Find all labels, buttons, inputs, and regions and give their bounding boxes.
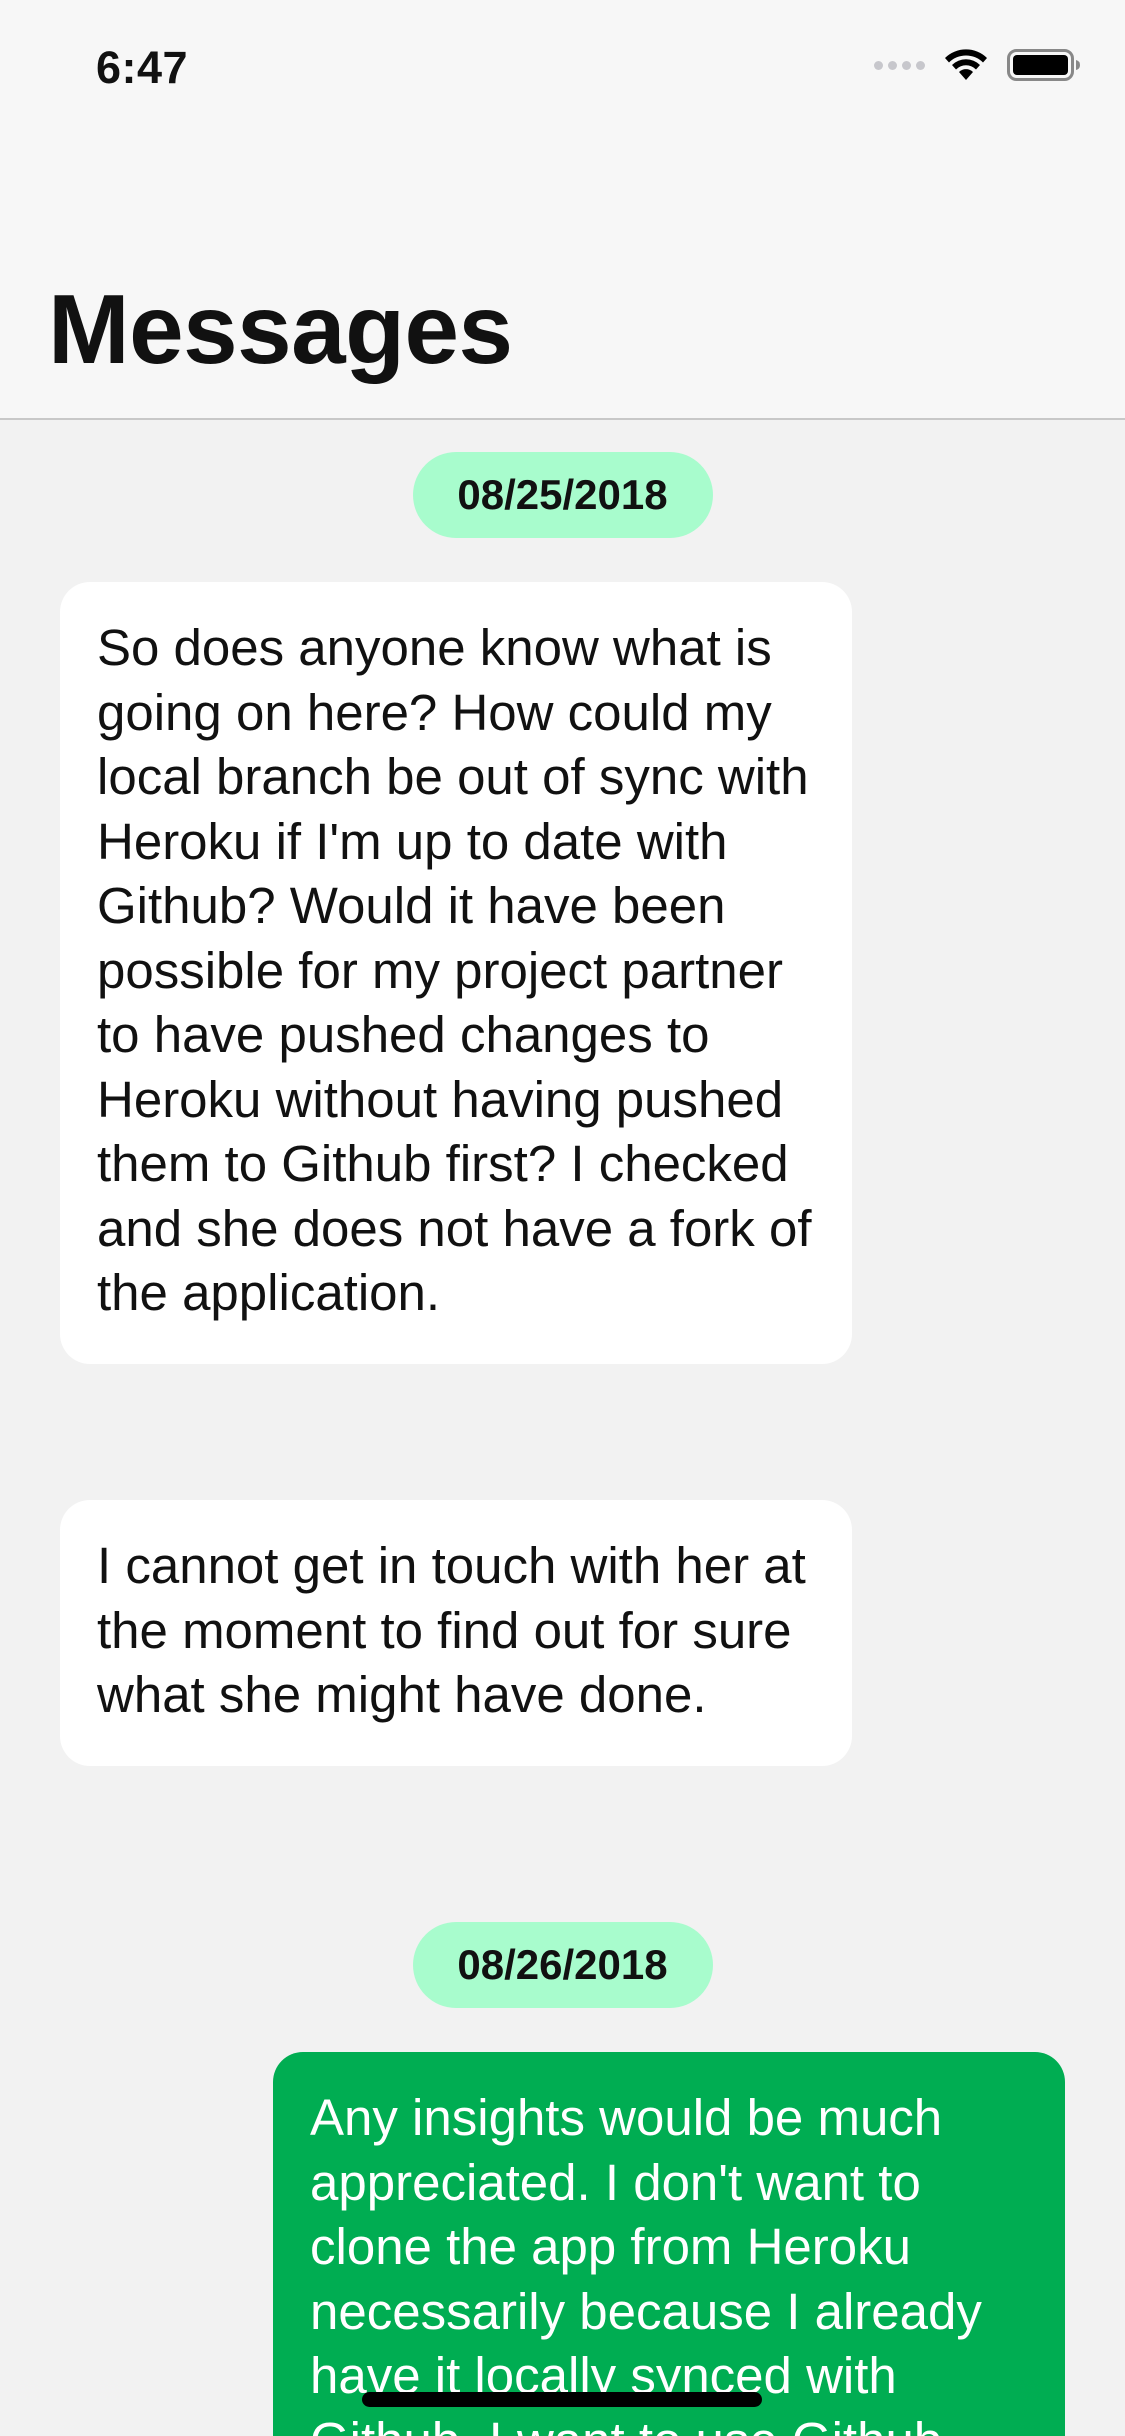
status-time: 6:47 [96,42,189,93]
outgoing-message-bubble[interactable]: Any insights would be much appreciated. … [273,2052,1065,2436]
navigation-header: Messages [0,132,1125,420]
home-indicator[interactable] [362,2392,762,2407]
date-separator: 08/25/2018 [412,452,713,538]
message-list[interactable]: 08/25/2018 So does anyone know what is g… [0,422,1125,2436]
status-icons [874,48,1081,82]
battery-icon [1007,49,1080,81]
messages-screen: 6:47 Messages 08/25/2018 So does anyone … [0,0,1125,2436]
wifi-icon [945,49,987,80]
signal-icon [874,60,925,70]
status-bar: 6:47 [0,0,1125,132]
incoming-message-bubble[interactable]: So does anyone know what is going on her… [60,582,852,1364]
incoming-message-bubble[interactable]: I cannot get in touch with her at the mo… [60,1500,852,1766]
date-separator: 08/26/2018 [412,1922,713,2008]
page-title: Messages [48,274,513,384]
